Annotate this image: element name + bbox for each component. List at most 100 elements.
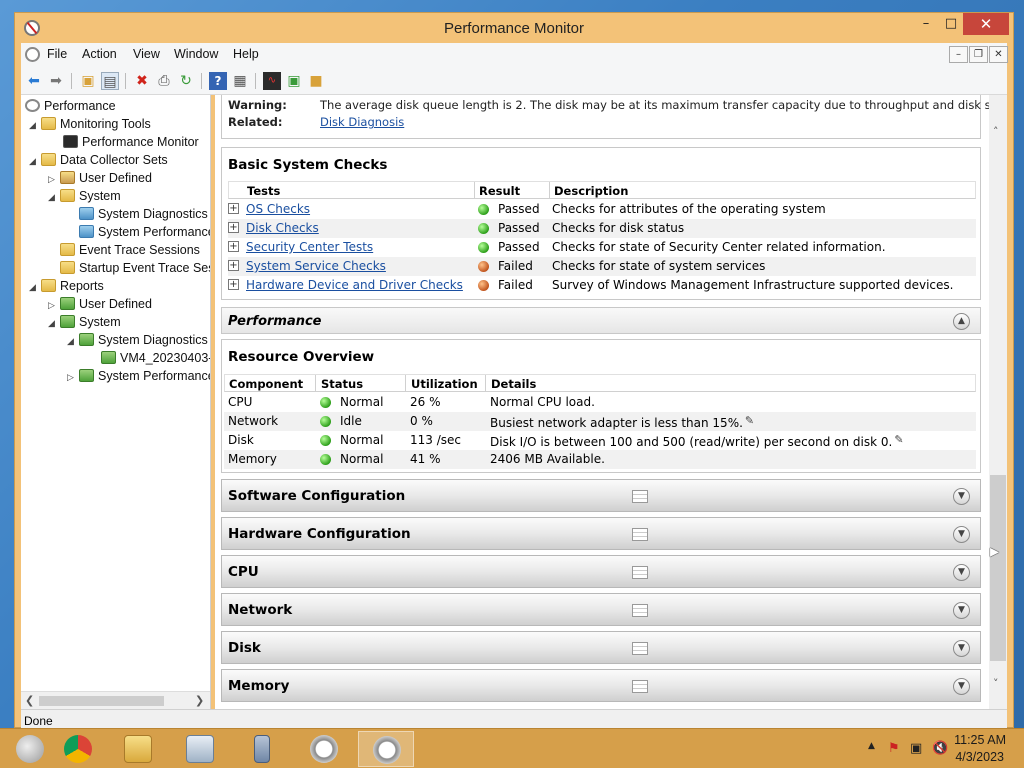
tree-item-user-defined[interactable]: ▷ User Defined (48, 171, 152, 189)
tree-item-performance-monitor[interactable]: Performance Monitor (63, 135, 199, 153)
table-view-icon[interactable] (632, 490, 648, 503)
table-row[interactable]: + OS Checks Passed Checks for attributes… (228, 200, 976, 219)
tree-item-performance[interactable]: Performance (25, 99, 116, 117)
cpu-section[interactable]: CPU ▼ (221, 555, 981, 588)
expand-chevron-down-icon[interactable]: ▼ (953, 526, 970, 543)
scroll-left-arrow-icon[interactable]: ❮ (25, 694, 34, 707)
expand-chevron-down-icon[interactable]: ▼ (953, 678, 970, 695)
table-row[interactable]: + System Service Checks Failed Checks fo… (228, 257, 976, 276)
table-view-icon[interactable] (632, 642, 648, 655)
disk-diagnosis-link[interactable]: Disk Diagnosis (320, 115, 404, 129)
tree-item-system-performance[interactable]: System Performance (79, 225, 210, 243)
table-row[interactable]: Network Idle 0 % Busiest network adapter… (224, 412, 976, 431)
tree-item-startup-event-trace-sessions[interactable]: Startup Event Trace Sessions (60, 261, 210, 279)
monitor-icon[interactable]: ∿ (263, 72, 281, 90)
expand-arrow-icon[interactable]: ◢ (48, 318, 60, 329)
scroll-down-arrow-icon[interactable]: ˅ (993, 677, 999, 690)
properties-icon[interactable]: ▦ (231, 72, 249, 90)
clock-time[interactable]: 11:25 AM (954, 733, 1006, 747)
column-header-details[interactable]: Details (491, 377, 536, 391)
expand-arrow-icon[interactable]: ◢ (48, 192, 60, 203)
collapse-chevron-up-icon[interactable]: ▲ (953, 313, 970, 330)
test-link[interactable]: Disk Checks (246, 221, 319, 235)
mdi-minimize-button[interactable]: – (949, 46, 968, 63)
column-header-component[interactable]: Component (229, 377, 303, 391)
table-row[interactable]: + Disk Checks Passed Checks for disk sta… (228, 219, 976, 238)
memory-section[interactable]: Memory ▼ (221, 669, 981, 702)
expand-plus-icon[interactable]: + (228, 260, 239, 271)
forward-arrow-icon[interactable]: ➡ (47, 72, 65, 90)
taskbar-performance-monitor[interactable] (296, 731, 352, 767)
tree-item-monitoring-tools[interactable]: ◢ Monitoring Tools (29, 117, 151, 135)
network-icon[interactable]: ▣ (910, 741, 922, 756)
scroll-up-arrow-icon[interactable]: ˄ (993, 125, 999, 138)
table-row[interactable]: Memory Normal 41 % 2406 MB Available. (224, 450, 976, 469)
performance-section-header[interactable]: Performance ▲ (221, 307, 981, 334)
table-row[interactable]: + Security Center Tests Passed Checks fo… (228, 238, 976, 257)
table-view-icon[interactable] (632, 604, 648, 617)
system-menu-icon[interactable] (25, 47, 40, 62)
column-header-status[interactable]: Status (321, 377, 363, 391)
show-hidden-icons-chevron-icon[interactable]: ▲ (868, 741, 875, 751)
expand-chevron-down-icon[interactable]: ▼ (953, 602, 970, 619)
network-section[interactable]: Network ▼ (221, 593, 981, 626)
column-header-result[interactable]: Result (479, 184, 520, 198)
expand-chevron-down-icon[interactable]: ▼ (953, 488, 970, 505)
volume-muted-icon[interactable]: 🔇 (932, 741, 948, 756)
expand-arrow-icon[interactable]: ▷ (48, 300, 60, 311)
menu-file[interactable]: File (47, 47, 67, 61)
menu-help[interactable]: Help (233, 47, 259, 61)
tree-item-reports-system-diagnostics[interactable]: ◢ System Diagnostics (67, 333, 208, 351)
action-center-flag-icon[interactable]: ⚑ (888, 741, 900, 756)
mdi-restore-button[interactable]: ❐ (969, 46, 988, 63)
help-icon[interactable]: ? (209, 72, 227, 90)
expand-arrow-icon[interactable]: ◢ (29, 282, 41, 293)
software-configuration-section[interactable]: Software Configuration ▼ (221, 479, 981, 512)
column-header-utilization[interactable]: Utilization (411, 377, 478, 391)
table-row[interactable]: Disk Normal 113 /sec Disk I/O is between… (224, 431, 976, 450)
tree-item-reports-user-defined[interactable]: ▷ User Defined (48, 297, 152, 315)
menu-window[interactable]: Window (174, 47, 218, 61)
expand-chevron-down-icon[interactable]: ▼ (953, 564, 970, 581)
note-edit-icon[interactable]: ✎ (745, 414, 754, 427)
delete-icon[interactable]: ✖ (133, 72, 151, 90)
expand-arrow-icon[interactable]: ◢ (29, 120, 41, 131)
folder-icon[interactable]: ■ (307, 72, 325, 90)
expand-arrow-icon[interactable]: ◢ (29, 156, 41, 167)
expand-arrow-icon[interactable]: ◢ (67, 336, 79, 347)
table-view-icon[interactable] (632, 680, 648, 693)
back-arrow-icon[interactable]: ⬅ (25, 72, 43, 90)
column-header-tests[interactable]: Tests (247, 184, 280, 198)
expand-arrow-icon[interactable]: ▷ (67, 372, 79, 383)
taskbar-resource-monitor[interactable] (172, 731, 228, 767)
table-view-icon[interactable] (632, 566, 648, 579)
note-edit-icon[interactable]: ✎ (894, 433, 903, 446)
mdi-close-button[interactable]: ✕ (989, 46, 1008, 63)
show-hide-tree-icon[interactable]: ▤ (101, 72, 119, 90)
column-header-description[interactable]: Description (554, 184, 628, 198)
tree-item-data-collector-sets[interactable]: ◢ Data Collector Sets (29, 153, 168, 171)
clock-date[interactable]: 4/3/2023 (955, 750, 1004, 764)
print-icon[interactable]: ⎙ (155, 72, 173, 90)
scrollbar-thumb[interactable] (39, 696, 164, 706)
test-link[interactable]: System Service Checks (246, 259, 386, 273)
test-link[interactable]: OS Checks (246, 202, 310, 216)
scrollbar-thumb[interactable] (990, 475, 1006, 661)
taskbar-chrome[interactable] (50, 731, 106, 767)
menu-action[interactable]: Action (82, 47, 117, 61)
tree-item-reports[interactable]: ◢ Reports (29, 279, 104, 297)
taskbar-performance-monitor-active[interactable] (358, 731, 414, 767)
taskbar-app[interactable] (234, 731, 290, 767)
taskbar-file-explorer[interactable] (110, 731, 166, 767)
up-folder-icon[interactable]: ▣ (79, 72, 97, 90)
tree-item-event-trace-sessions[interactable]: Event Trace Sessions (60, 243, 200, 261)
refresh-icon[interactable]: ↻ (177, 72, 195, 90)
menu-view[interactable]: View (133, 47, 160, 61)
tree-horizontal-scrollbar[interactable]: ❮ ❯ (21, 691, 210, 709)
content-vertical-scrollbar[interactable]: ˄ ˅ (989, 95, 1007, 709)
scroll-right-arrow-icon[interactable]: ❯ (195, 694, 204, 707)
tree-item-reports-system-performance[interactable]: ▷ System Performance (67, 369, 210, 387)
table-row[interactable]: + Hardware Device and Driver Checks Fail… (228, 276, 976, 295)
expand-plus-icon[interactable]: + (228, 222, 239, 233)
table-view-icon[interactable] (632, 528, 648, 541)
